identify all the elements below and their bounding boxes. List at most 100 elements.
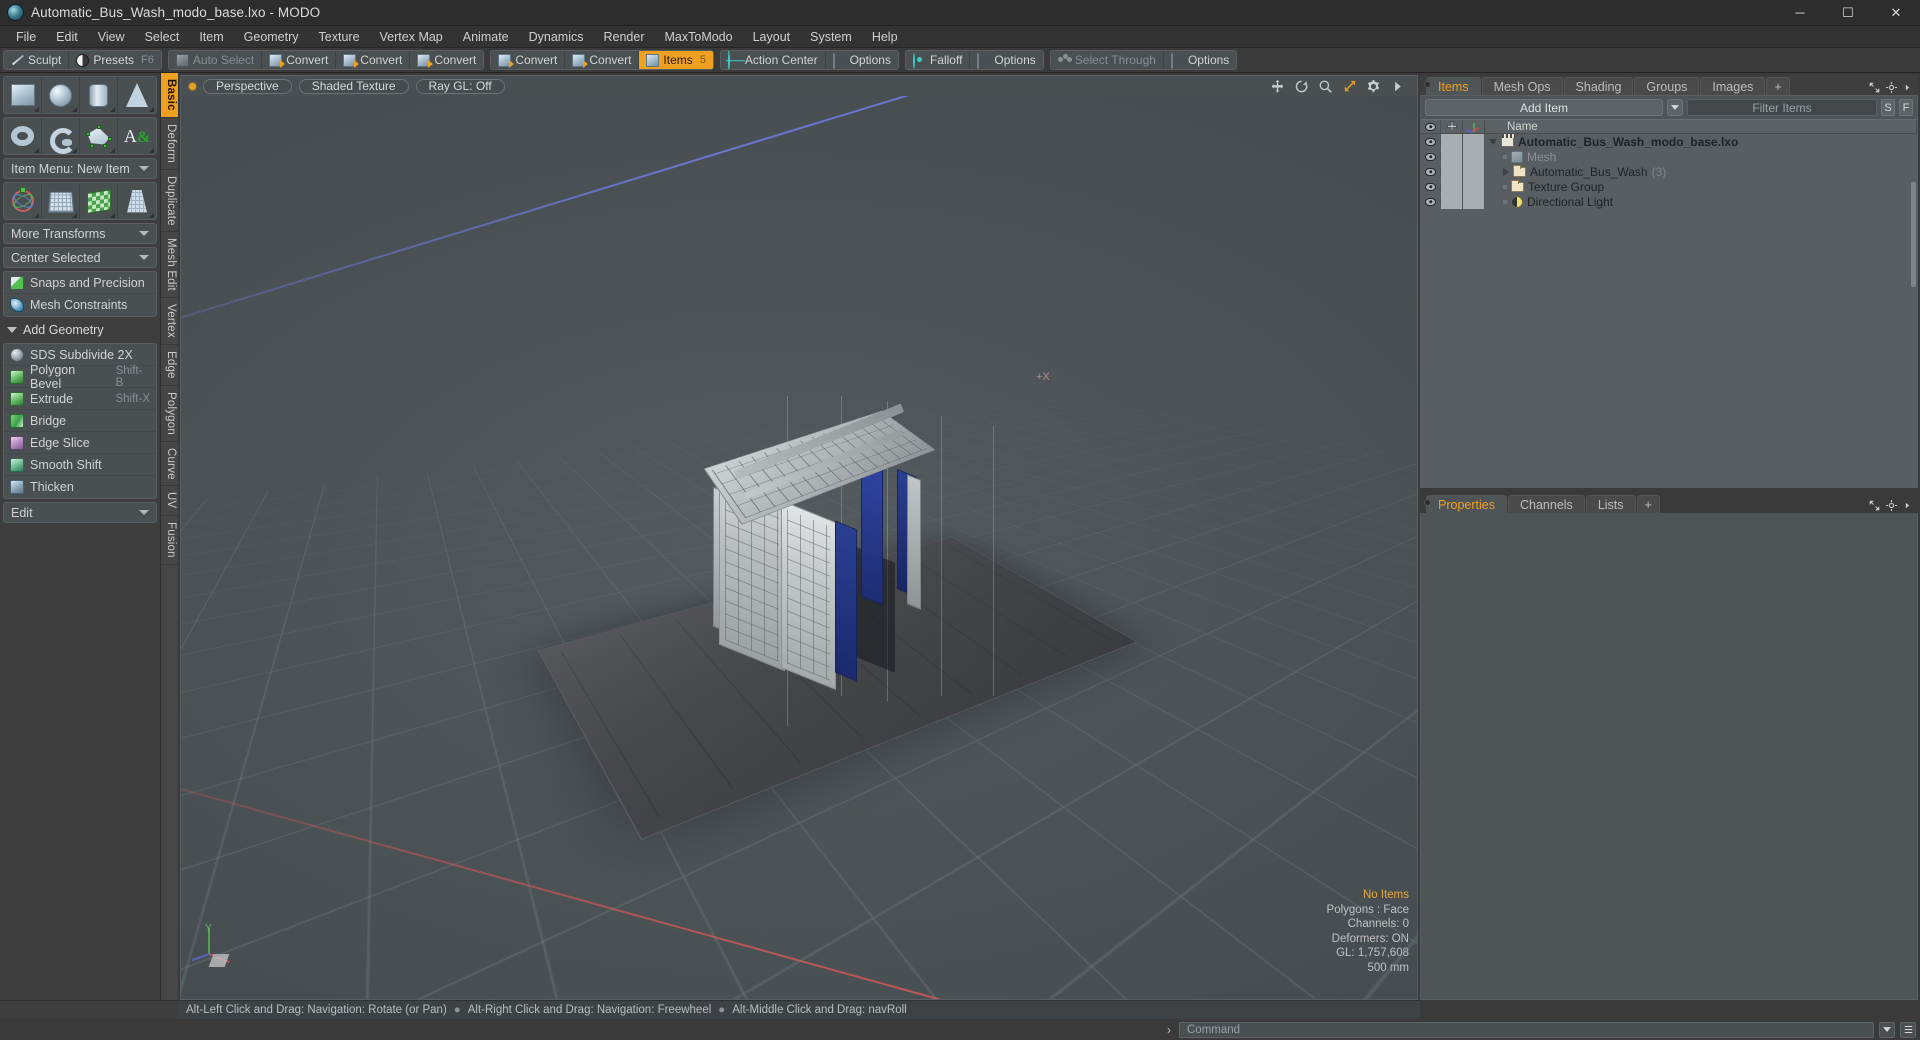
table-row[interactable]: Automatic_Bus_Wash (3) (1421, 164, 1917, 179)
item-menu-dropdown[interactable]: Item Menu: New Item (3, 158, 157, 179)
menu-dynamics[interactable]: Dynamics (519, 26, 594, 48)
properties-gear-icon[interactable] (1886, 500, 1897, 511)
more-transforms-dropdown[interactable]: More Transforms (3, 223, 157, 244)
deform-tool-button[interactable] (80, 183, 118, 219)
auto-select-button[interactable]: Auto Select (169, 51, 263, 69)
edge-slice-row[interactable]: Edge Slice (4, 432, 156, 454)
table-row[interactable]: Automatic_Bus_Wash_modo_base.lxo (1421, 134, 1917, 149)
vtab-deform[interactable]: Deform (161, 118, 178, 170)
row-tag-cell[interactable] (1463, 149, 1485, 164)
tab-images[interactable]: Images (1700, 77, 1766, 95)
action-center-button[interactable]: Action Center (721, 51, 826, 69)
tab-groups[interactable]: Groups (1634, 77, 1700, 95)
cylinder-primitive-button[interactable] (80, 77, 118, 113)
command-input[interactable]: Command (1179, 1021, 1874, 1038)
vtab-fusion[interactable]: Fusion (161, 516, 178, 565)
tab-properties-add[interactable]: + (1636, 495, 1660, 513)
row-tag-cell[interactable] (1463, 134, 1485, 149)
smooth-shift-row[interactable]: Smooth Shift (4, 454, 156, 476)
convert-edge-button[interactable]: Convert (336, 51, 411, 69)
vtab-edge[interactable]: Edge (161, 345, 178, 386)
vtab-uv[interactable]: UV (161, 486, 178, 516)
shading-mode-dropdown[interactable]: Shaded Texture (298, 78, 409, 94)
row-visibility-toggle[interactable] (1421, 182, 1441, 191)
properties-menu-dot-icon[interactable] (1424, 499, 1431, 506)
vtab-curve[interactable]: Curve (161, 442, 178, 487)
text-primitive-button[interactable]: A& (118, 118, 156, 154)
properties-chevron-icon[interactable] (1903, 500, 1912, 511)
vtab-polygon[interactable]: Polygon (161, 386, 178, 442)
action-center-options-button[interactable]: Options (826, 51, 898, 69)
convert-polygon-button[interactable]: Convert (410, 51, 483, 69)
command-history-button[interactable] (1879, 1021, 1895, 1038)
menu-geometry[interactable]: Geometry (234, 26, 309, 48)
polygon-bevel-row[interactable]: Polygon Bevel Shift-B (4, 363, 156, 391)
filter-items-input[interactable]: Filter Items (1687, 99, 1877, 116)
bridge-row[interactable]: Bridge (4, 410, 156, 432)
menu-texture[interactable]: Texture (309, 26, 370, 48)
row-lock-cell[interactable] (1441, 149, 1463, 164)
row-lock-cell[interactable] (1441, 179, 1463, 194)
vtab-vertex[interactable]: Vertex (161, 298, 178, 346)
menu-maxtomodo[interactable]: MaxToModo (655, 26, 743, 48)
falloff-button[interactable]: Falloff (906, 51, 971, 69)
transform-gizmo-button[interactable] (4, 183, 42, 219)
menu-view[interactable]: View (88, 26, 135, 48)
ray-gl-dropdown[interactable]: Ray GL: Off (415, 78, 505, 94)
row-name-mesh[interactable]: Mesh (1485, 150, 1917, 164)
menu-help[interactable]: Help (862, 26, 908, 48)
rotate-icon[interactable] (1294, 79, 1309, 94)
row-name-scene[interactable]: Automatic_Bus_Wash_modo_base.lxo (1485, 134, 1917, 149)
select-through-button[interactable]: Select Through (1051, 51, 1164, 69)
menu-file[interactable]: File (6, 26, 46, 48)
gear-icon[interactable] (1366, 79, 1381, 94)
taper-tool-button[interactable] (118, 183, 156, 219)
row-visibility-toggle[interactable] (1421, 167, 1441, 176)
items-tree-scrollbar[interactable] (1911, 182, 1916, 287)
row-name-directional-light[interactable]: Directional Light (1485, 195, 1917, 209)
sculpt-button[interactable]: Sculpt (4, 51, 70, 69)
tube-primitive-button[interactable] (42, 118, 80, 154)
cone-primitive-button[interactable] (118, 77, 156, 113)
menu-item[interactable]: Item (189, 26, 233, 48)
row-visibility-toggle[interactable] (1421, 152, 1441, 161)
maximize-button[interactable]: ☐ (1824, 0, 1872, 25)
menu-vertex-map[interactable]: Vertex Map (370, 26, 453, 48)
add-item-button[interactable]: Add Item (1425, 99, 1663, 116)
row-name-texture-group[interactable]: Texture Group (1485, 179, 1917, 194)
items-mode-button[interactable]: Items 5 (639, 51, 713, 69)
vtab-duplicate[interactable]: Duplicate (161, 170, 178, 233)
minimize-button[interactable]: ─ (1776, 0, 1824, 25)
expander-right-icon[interactable] (1503, 167, 1509, 176)
torus-primitive-button[interactable] (4, 118, 42, 154)
menu-render[interactable]: Render (594, 26, 655, 48)
row-lock-cell[interactable] (1441, 164, 1463, 179)
command-menu-button[interactable] (1900, 1021, 1916, 1038)
edit-dropdown[interactable]: Edit (3, 502, 157, 523)
chevron-right-icon[interactable] (1390, 79, 1405, 94)
filter-f-button[interactable]: F (1899, 99, 1913, 116)
presets-button[interactable]: Presets F6 (69, 51, 161, 69)
tab-lists[interactable]: Lists (1585, 495, 1636, 513)
add-item-dropdown-button[interactable] (1667, 99, 1683, 116)
table-row[interactable]: Directional Light (1421, 194, 1917, 209)
row-lock-cell[interactable] (1441, 134, 1463, 149)
tab-properties[interactable]: Properties (1426, 495, 1507, 513)
polygon-primitive-button[interactable] (80, 118, 118, 154)
tab-add[interactable]: + (1766, 77, 1790, 95)
bend-tool-button[interactable] (42, 183, 80, 219)
menu-select[interactable]: Select (135, 26, 190, 48)
mesh-constraints-row[interactable]: Mesh Constraints (4, 294, 156, 316)
row-name-bus-wash[interactable]: Automatic_Bus_Wash (3) (1485, 164, 1917, 179)
thicken-row[interactable]: Thicken (4, 476, 156, 498)
expander-down-icon[interactable] (1489, 138, 1497, 145)
convert-vertex-button[interactable]: Convert (262, 51, 337, 69)
extrude-row[interactable]: Extrude Shift-X (4, 388, 156, 410)
select-through-options-button[interactable]: Options (1164, 51, 1236, 69)
panel-gear-icon[interactable] (1886, 82, 1897, 93)
convert-material-button[interactable]: Convert (491, 51, 566, 69)
row-tag-cell[interactable] (1463, 179, 1485, 194)
panel-menu-dot-icon[interactable] (1424, 81, 1431, 88)
cube-primitive-button[interactable] (4, 77, 42, 113)
table-row[interactable]: Mesh (1421, 149, 1917, 164)
